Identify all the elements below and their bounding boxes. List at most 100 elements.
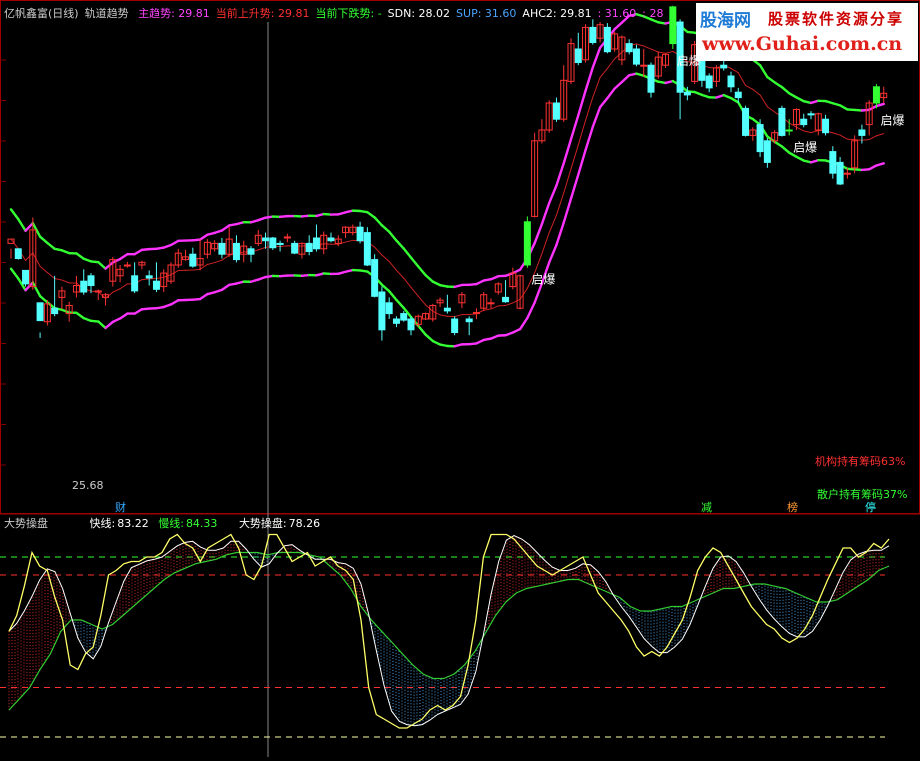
lower-band-seg xyxy=(571,175,578,199)
lower-band-seg xyxy=(753,119,760,125)
mid-line-seg xyxy=(607,59,614,69)
candle-body xyxy=(444,308,450,311)
mid-line-seg xyxy=(193,269,200,270)
upper-band-seg xyxy=(782,87,789,93)
candle-body xyxy=(786,130,792,131)
upper-band-seg xyxy=(404,249,411,258)
mid-line-seg xyxy=(120,284,127,289)
mid-line-seg xyxy=(651,49,658,52)
upper-band-seg xyxy=(98,262,105,268)
main-panel-frame xyxy=(1,1,920,514)
indicator-field-7: : 28 xyxy=(642,7,663,20)
mid-line-seg xyxy=(535,254,542,273)
upper-band-seg xyxy=(789,93,796,97)
upper-band-seg xyxy=(615,23,622,30)
lower-band-seg xyxy=(76,313,83,318)
lower-band-seg xyxy=(120,314,127,319)
candle-body xyxy=(764,141,770,163)
candle-body xyxy=(801,119,807,124)
lower-band-seg xyxy=(426,335,433,341)
mid-line-seg xyxy=(615,52,622,59)
candle-body xyxy=(641,65,647,66)
mid-line-seg xyxy=(520,288,527,299)
candle-body xyxy=(859,130,865,135)
mid-line-seg xyxy=(513,299,520,303)
lower-band-seg xyxy=(578,150,585,175)
upper-band-seg xyxy=(549,186,556,204)
candle-body xyxy=(735,92,741,97)
breakout-label: 启爆 xyxy=(531,273,555,287)
mid-line-seg xyxy=(171,271,178,275)
lower-band-seg xyxy=(607,89,614,99)
mid-line-seg xyxy=(47,273,54,279)
mid-line-seg xyxy=(382,255,389,261)
upper-band-seg xyxy=(18,219,25,231)
low-price-label: 25.68 xyxy=(72,479,104,493)
mid-line-seg xyxy=(876,134,883,136)
upper-band-seg xyxy=(418,267,425,276)
fast-line-value: 83.22 xyxy=(117,517,149,530)
upper-band-seg xyxy=(47,243,54,249)
candle-body xyxy=(132,276,138,291)
upper-band-seg xyxy=(433,282,440,286)
event-tag-1: 减 xyxy=(698,499,715,515)
mid-line-seg xyxy=(862,140,869,141)
candle-body xyxy=(263,238,269,241)
indicator-field-2: 当前下跌势: - xyxy=(316,7,382,20)
lower-band-seg xyxy=(389,291,396,300)
candle-body xyxy=(372,260,378,297)
lower-band-seg xyxy=(876,163,883,165)
lower-band-seg xyxy=(513,329,520,333)
upper-band-seg xyxy=(171,241,178,245)
mid-line-seg xyxy=(62,280,69,283)
candle-body xyxy=(873,87,879,103)
upper-band-seg xyxy=(586,67,593,90)
candle-body xyxy=(684,92,690,95)
candle-body xyxy=(401,314,407,320)
candle-body xyxy=(386,303,392,314)
mid-line-seg xyxy=(324,244,331,245)
candle-body xyxy=(88,276,94,286)
institution-holding-label: 机构持有筹码63% xyxy=(815,455,905,469)
mid-line-seg xyxy=(142,279,149,280)
mid-line-seg xyxy=(55,279,62,281)
candle-body xyxy=(219,243,225,254)
mid-line-seg xyxy=(215,260,222,262)
mid-line-seg xyxy=(753,89,760,95)
upper-band-seg xyxy=(593,48,600,68)
guhai-logo: 股海网 股票软件资源分享 www.Guhai.com.cn xyxy=(696,3,918,61)
mid-line-seg xyxy=(113,289,120,292)
candle-body xyxy=(306,243,312,251)
mid-line-seg xyxy=(636,44,643,46)
upper-band-seg xyxy=(375,217,382,225)
candle-body xyxy=(190,254,196,266)
mid-line-seg xyxy=(767,107,774,112)
candle-body xyxy=(823,119,829,133)
candle-body xyxy=(844,173,850,174)
lower-band-seg xyxy=(11,269,18,279)
candle-body xyxy=(837,162,843,184)
mid-line-seg xyxy=(600,68,607,77)
upper-band-seg xyxy=(767,77,774,82)
upper-band-seg xyxy=(535,224,542,243)
slow-line-value: 84.33 xyxy=(186,517,218,530)
mid-line-seg xyxy=(578,120,585,145)
upper-band-seg xyxy=(571,115,578,139)
candle-body xyxy=(721,65,727,68)
main-chart-header: 亿帆鑫富(日线)轨道趋势 主趋势: 29.81当前上升势: 29.81当前下跌势… xyxy=(4,5,676,21)
logo-slogan: 股票软件资源分享 xyxy=(768,8,904,29)
breakout-label: 启爆 xyxy=(880,113,904,127)
mid-line-seg xyxy=(396,270,403,278)
candle-body xyxy=(553,103,559,119)
mid-line-seg xyxy=(586,97,593,120)
candle-body xyxy=(626,44,632,52)
mid-line-seg xyxy=(804,131,811,133)
candle-body xyxy=(393,319,399,323)
indicator-field-0: 主趋势: 29.81 xyxy=(138,7,210,20)
mid-line-seg xyxy=(491,306,498,309)
candle-body xyxy=(357,227,363,241)
candle-body xyxy=(743,108,749,135)
lower-band-seg xyxy=(556,223,563,245)
mid-line-seg xyxy=(746,86,753,90)
indicator-field-4: SUP: 31.60 xyxy=(456,7,516,20)
